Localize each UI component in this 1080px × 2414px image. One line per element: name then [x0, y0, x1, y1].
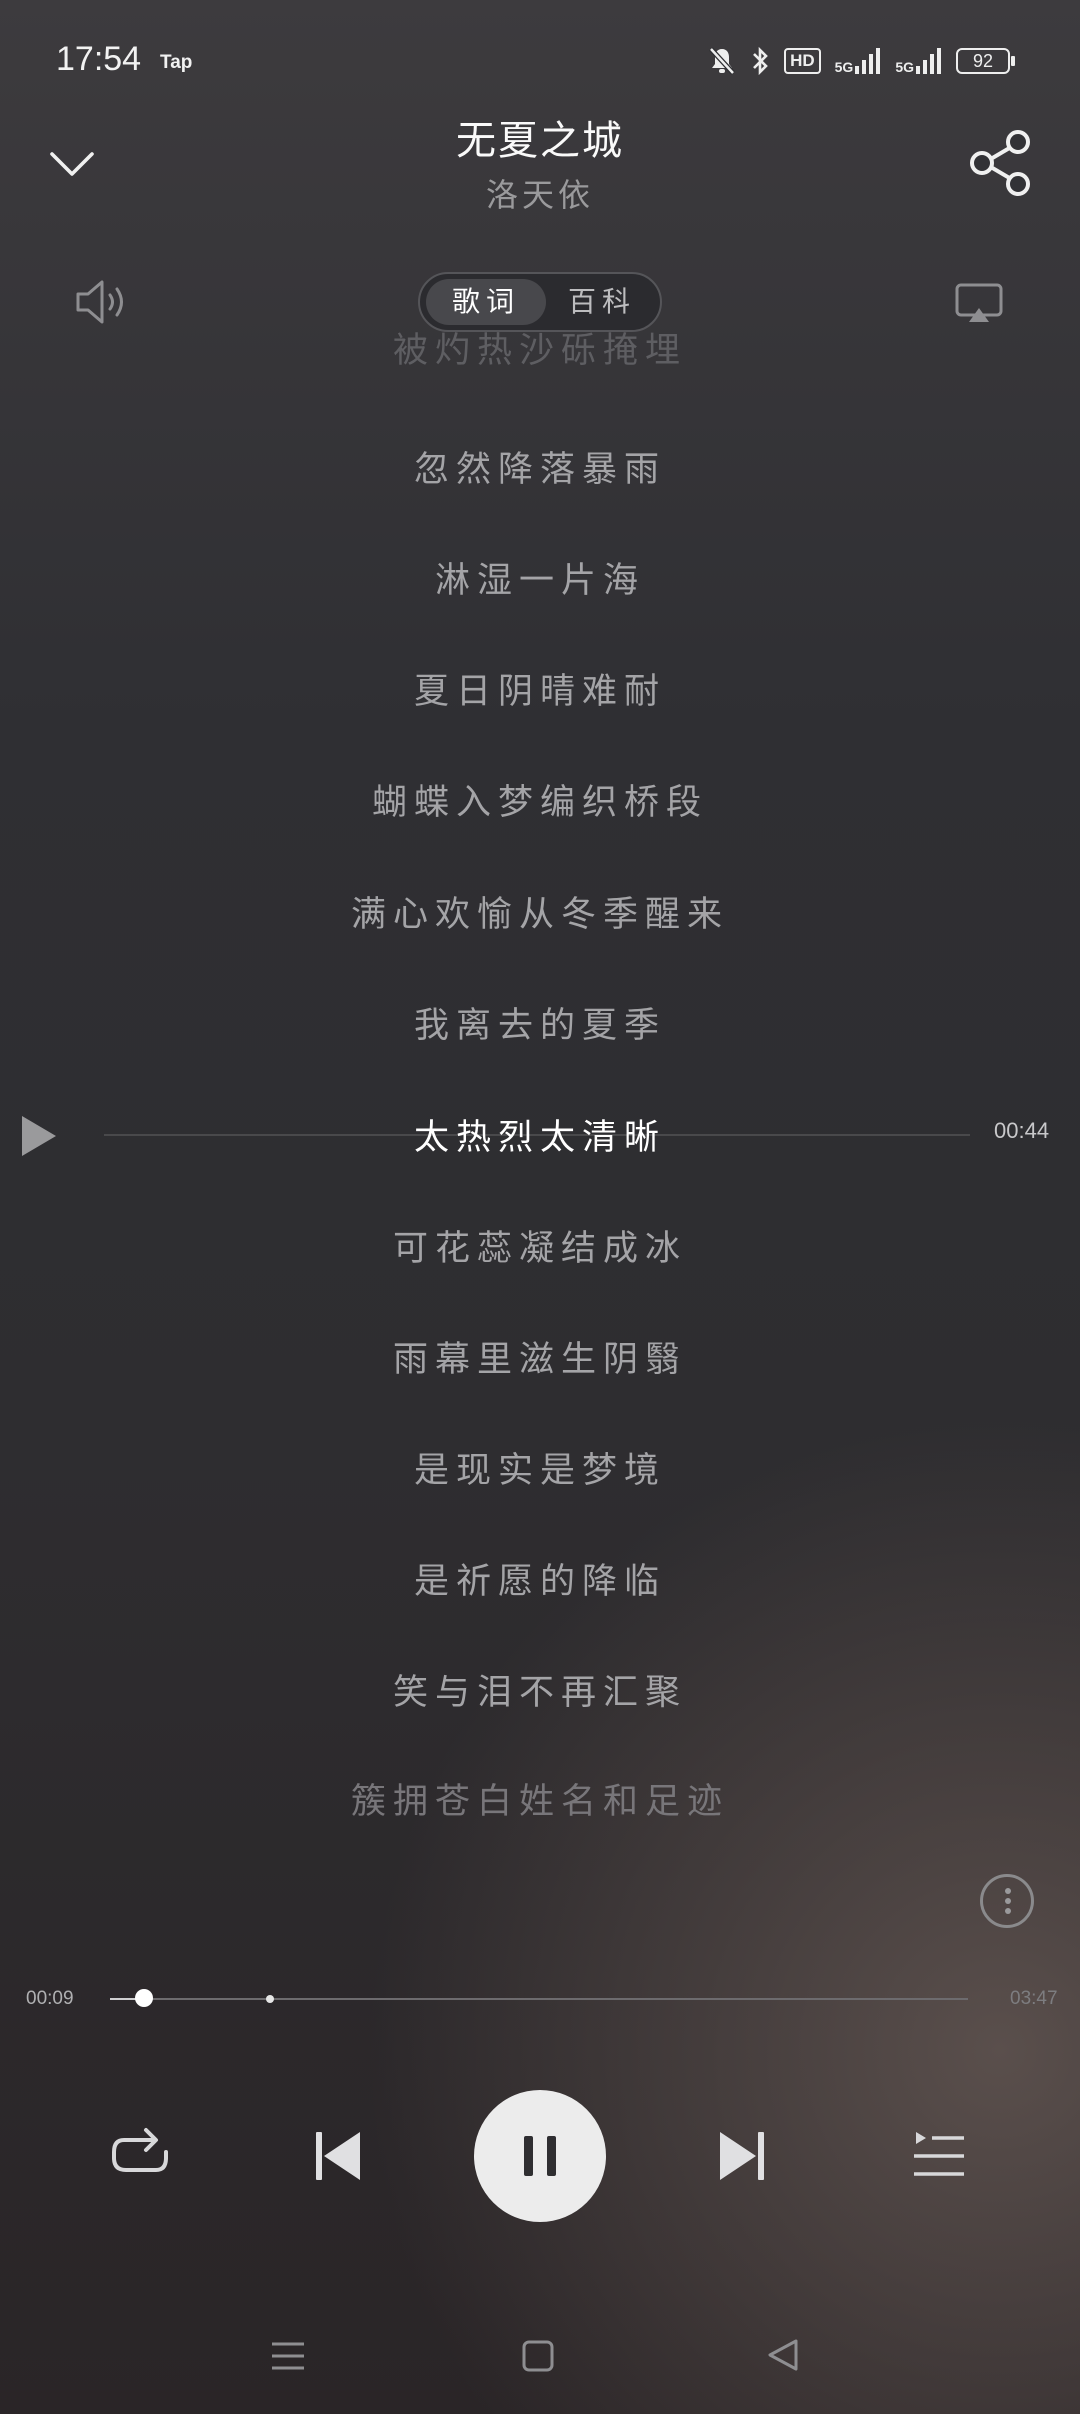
lyric-line[interactable]: 笑与泪不再汇聚	[0, 1664, 1080, 1715]
speaker-icon	[76, 280, 123, 324]
lyric-line[interactable]: 雨幕里滋生阴翳	[0, 1331, 1080, 1382]
lyric-line[interactable]: 被灼热沙砾掩埋	[0, 330, 1080, 373]
tab-switcher: 歌词 百科	[418, 272, 662, 332]
lyric-line[interactable]: 淋湿一片海	[0, 552, 1080, 603]
share-icon	[970, 130, 1030, 196]
previous-button[interactable]	[312, 2128, 364, 2184]
lyric-line[interactable]: 是现实是梦境	[0, 1442, 1080, 1493]
current-line-marker	[104, 1134, 970, 1136]
current-line-time: 00:44	[994, 1118, 1050, 1143]
play-icon	[22, 1116, 56, 1156]
cast-button[interactable]	[954, 282, 1004, 328]
share-button[interactable]	[966, 128, 1036, 198]
song-artist[interactable]: 洛天依	[0, 170, 1080, 216]
cellular-signal-2: 5G	[895, 48, 942, 74]
status-icons: HD 5G 5G 92	[708, 46, 1015, 76]
skip-next-icon	[720, 2132, 764, 2180]
time-total: 03:47	[1010, 1988, 1058, 2009]
hd-badge: HD	[784, 48, 821, 74]
playlist-icon	[914, 2132, 964, 2176]
lyric-line[interactable]: 夏日阴晴难耐	[0, 663, 1080, 714]
playlist-button[interactable]	[912, 2130, 966, 2182]
lyric-line[interactable]: 满心欢愉从冬季醒来	[0, 886, 1080, 937]
network-type-1: 5G	[834, 59, 854, 75]
signal-bars-icon	[855, 48, 881, 74]
skip-previous-icon	[316, 2132, 360, 2180]
progress-marker	[266, 1995, 274, 2003]
tab-wiki[interactable]: 百科	[546, 279, 658, 325]
volume-button[interactable]	[74, 276, 132, 328]
tab-lyrics[interactable]: 歌词	[426, 279, 546, 325]
menu-icon	[272, 2342, 304, 2370]
pause-button[interactable]	[474, 2090, 606, 2222]
nav-home-button[interactable]	[522, 2340, 554, 2372]
cellular-signal-1: 5G	[835, 48, 882, 74]
square-icon	[522, 2340, 554, 2372]
pause-icon	[524, 2136, 556, 2176]
mute-bell-icon	[709, 47, 735, 75]
nav-back-button[interactable]	[766, 2338, 800, 2372]
network-type-2: 5G	[895, 59, 914, 75]
lyrics-view[interactable]: 被灼热沙砾掩埋 忽然降落暴雨 淋湿一片海 夏日阴晴难耐 蝴蝶入梦编织桥段 满心欢…	[0, 330, 1080, 1850]
next-button[interactable]	[716, 2128, 768, 2184]
lyric-line[interactable]: 簇拥苍白姓名和足迹	[0, 1773, 1080, 1824]
status-time: 17:54	[56, 40, 142, 78]
nav-recents-button[interactable]	[270, 2340, 306, 2372]
signal-bars-icon	[916, 48, 941, 74]
lyric-line[interactable]: 忽然降落暴雨	[0, 441, 1080, 492]
bluetooth-icon	[753, 46, 768, 76]
battery-indicator: 92	[956, 48, 1015, 74]
song-title: 无夏之城	[456, 118, 624, 164]
progress-thumb[interactable]	[135, 1989, 154, 2007]
more-button[interactable]	[980, 1874, 1034, 1928]
play-from-line-button[interactable]	[18, 1112, 62, 1160]
progress-track[interactable]	[110, 1998, 968, 2000]
lyric-line[interactable]: 可花蕊凝结成冰	[0, 1220, 1080, 1271]
status-tap-label: Tap	[160, 52, 193, 73]
cast-icon	[955, 283, 1003, 322]
time-elapsed: 00:09	[26, 1988, 74, 2009]
lyric-line[interactable]: 蝴蝶入梦编织桥段	[0, 774, 1080, 825]
repeat-icon	[112, 2128, 168, 2172]
lyric-line[interactable]: 是祈愿的降临	[0, 1553, 1080, 1604]
back-triangle-icon	[768, 2339, 798, 2371]
lyric-line[interactable]: 我离去的夏季	[0, 997, 1080, 1048]
repeat-button[interactable]	[108, 2126, 172, 2186]
